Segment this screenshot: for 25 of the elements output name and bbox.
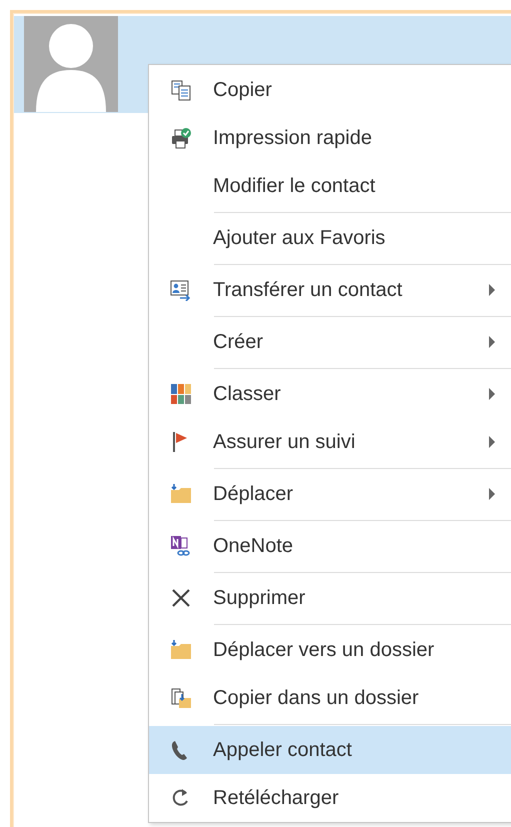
menu-item[interactable]: Copier dans un dossier (149, 674, 511, 722)
menu-item[interactable]: Classer (149, 370, 511, 418)
copy-to-folder-icon (170, 687, 192, 709)
menu-item[interactable]: Déplacer (149, 470, 511, 518)
menu-item[interactable]: OneNote (149, 522, 511, 570)
menu-item[interactable]: Impression rapide (149, 114, 511, 162)
color-grid-icon (170, 383, 192, 405)
menu-item[interactable]: Retélécharger (149, 774, 511, 822)
folder-icon (170, 483, 192, 505)
menu-item[interactable]: Déplacer vers un dossier (149, 626, 511, 674)
printer-icon (170, 127, 192, 149)
menu-item[interactable]: Créer (149, 318, 511, 366)
menu-item[interactable]: Appeler contact (149, 726, 511, 774)
menu-item[interactable]: Assurer un suivi (149, 418, 511, 466)
menu-item[interactable]: Copier (149, 66, 511, 114)
menu-item[interactable]: Ajouter aux Favoris (149, 214, 511, 262)
folder-icon (170, 639, 192, 661)
menu-item[interactable]: Supprimer (149, 574, 511, 622)
copy-icon (170, 79, 192, 101)
delete-icon (170, 587, 192, 609)
menu-item[interactable]: Modifier le contact (149, 162, 511, 210)
menu-item[interactable]: Transférer un contact (149, 266, 511, 314)
avatar-icon (24, 16, 118, 112)
contact-card-icon (170, 279, 192, 301)
notebook-icon (170, 535, 192, 557)
